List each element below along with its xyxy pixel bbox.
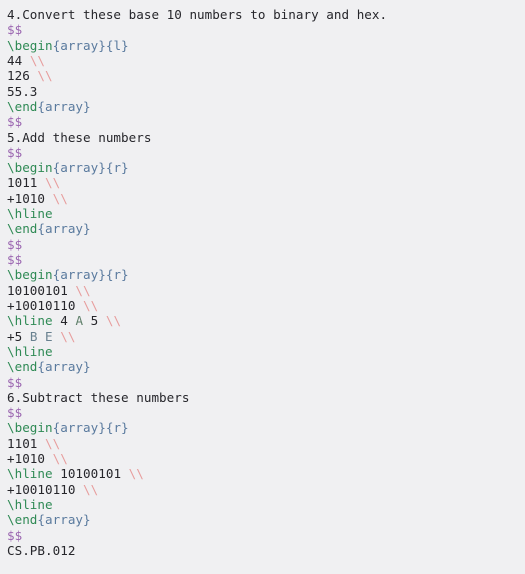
source-token: {array}{r} bbox=[52, 420, 129, 436]
source-line[interactable]: 1101 \\ bbox=[7, 436, 525, 451]
source-line[interactable]: $$ bbox=[7, 22, 525, 37]
source-token: \\ bbox=[60, 328, 76, 344]
source-token: \\ bbox=[52, 190, 68, 206]
source-token: \end bbox=[7, 98, 38, 114]
source-token: 44 bbox=[7, 52, 30, 68]
source-token: B E bbox=[29, 328, 53, 344]
source-token: {array} bbox=[37, 512, 91, 528]
source-line[interactable]: \hline 10100101 \\ bbox=[7, 466, 525, 481]
source-token: \end bbox=[7, 512, 38, 528]
source-line[interactable]: \end{array} bbox=[7, 99, 525, 114]
source-line[interactable]: 10100101 \\ bbox=[7, 283, 525, 298]
source-token: \end bbox=[7, 359, 38, 375]
source-line[interactable]: $$ bbox=[7, 528, 525, 543]
source-token: +1010 bbox=[7, 451, 53, 467]
source-token: +5 bbox=[7, 328, 30, 344]
source-token: 6.Subtract these numbers bbox=[7, 389, 190, 405]
source-line[interactable]: \hline bbox=[7, 206, 525, 221]
source-token: 5 bbox=[83, 313, 106, 329]
source-token: $$ bbox=[7, 405, 23, 421]
source-line[interactable]: \begin{array}{l} bbox=[7, 38, 525, 53]
source-line[interactable]: $$ bbox=[7, 237, 525, 252]
source-token: $$ bbox=[7, 527, 23, 543]
source-line[interactable]: CS.PB.012 bbox=[7, 543, 525, 558]
source-line[interactable]: 44 \\ bbox=[7, 53, 525, 68]
source-token: 55.3 bbox=[7, 83, 38, 99]
source-token: \\ bbox=[52, 451, 68, 467]
source-token: {array}{r} bbox=[52, 160, 129, 176]
source-token: \hline bbox=[7, 466, 53, 482]
source-token: \hline bbox=[7, 497, 53, 512]
source-token: 4 bbox=[52, 313, 76, 329]
source-line[interactable]: \hline 4 A 5 \\ bbox=[7, 313, 525, 328]
source-line[interactable]: 4.Convert these base 10 numbers to binar… bbox=[7, 7, 525, 22]
source-token: 10100101 bbox=[7, 282, 76, 298]
source-token: $$ bbox=[7, 252, 23, 267]
source-token: \\ bbox=[83, 297, 99, 313]
source-token: $$ bbox=[7, 374, 23, 390]
source-token: \\ bbox=[45, 435, 61, 451]
source-line[interactable]: \begin{array}{r} bbox=[7, 420, 525, 435]
source-line[interactable]: $$ bbox=[7, 375, 525, 390]
source-token: $$ bbox=[7, 22, 23, 38]
source-line[interactable]: 1011 \\ bbox=[7, 175, 525, 190]
source-token: +10010110 bbox=[7, 481, 84, 497]
source-line[interactable]: \begin{array}{r} bbox=[7, 160, 525, 175]
source-token: \hline bbox=[7, 343, 53, 359]
source-token: $$ bbox=[7, 144, 23, 160]
source-token: $$ bbox=[7, 114, 23, 130]
source-token: \\ bbox=[45, 175, 61, 191]
source-token: \begin bbox=[7, 267, 53, 283]
source-token: \begin bbox=[7, 420, 53, 436]
source-token: 10100101 bbox=[52, 466, 129, 482]
source-token: \\ bbox=[75, 282, 91, 298]
source-line[interactable]: $$ bbox=[7, 252, 525, 267]
source-token: $$ bbox=[7, 236, 23, 252]
source-line[interactable]: \hline bbox=[7, 344, 525, 359]
source-line[interactable]: +1010 \\ bbox=[7, 191, 525, 206]
source-token: CS.PB.012 bbox=[7, 542, 76, 558]
source-token: \\ bbox=[29, 52, 46, 68]
source-token: 4.Convert these base 10 numbers to binar… bbox=[7, 7, 388, 22]
source-token: \end bbox=[7, 221, 38, 237]
source-token: {array} bbox=[37, 359, 91, 375]
source-token: +1010 bbox=[7, 190, 53, 206]
source-line[interactable]: \begin{array}{r} bbox=[7, 267, 525, 282]
source-line[interactable]: $$ bbox=[7, 405, 525, 420]
source-token: {array} bbox=[37, 221, 91, 237]
source-line[interactable]: \end{array} bbox=[7, 221, 525, 236]
source-token: \begin bbox=[7, 37, 53, 53]
source-line[interactable]: \end{array} bbox=[7, 359, 525, 374]
source-token: 1011 bbox=[7, 175, 46, 191]
source-line[interactable]: $$ bbox=[7, 114, 525, 129]
source-line[interactable]: 6.Subtract these numbers bbox=[7, 390, 525, 405]
source-token: {array} bbox=[37, 98, 91, 114]
source-token: \\ bbox=[128, 466, 144, 482]
source-line[interactable]: 55.3 bbox=[7, 84, 525, 99]
source-line[interactable]: +5 B E \\ bbox=[7, 329, 525, 344]
source-token: \hline bbox=[7, 206, 53, 222]
source-token: \hline bbox=[7, 313, 53, 329]
source-token: 5.Add these numbers bbox=[7, 129, 152, 145]
source-token: \\ bbox=[37, 68, 53, 84]
source-line[interactable]: +10010110 \\ bbox=[7, 482, 525, 497]
source-token: A bbox=[75, 313, 84, 329]
source-line[interactable]: 5.Add these numbers bbox=[7, 130, 525, 145]
source-token: \\ bbox=[83, 481, 99, 497]
source-line[interactable]: \hline bbox=[7, 497, 525, 512]
source-line[interactable]: $$ bbox=[7, 145, 525, 160]
source-token: {array}{r} bbox=[52, 267, 129, 283]
source-token: +10010110 bbox=[7, 297, 84, 313]
source-token: {array}{l} bbox=[52, 37, 129, 53]
source-token: \begin bbox=[7, 160, 53, 176]
source-token: 1101 bbox=[7, 435, 46, 451]
source-token: \\ bbox=[105, 313, 122, 329]
source-line[interactable]: +10010110 \\ bbox=[7, 298, 525, 313]
source-line[interactable]: +1010 \\ bbox=[7, 451, 525, 466]
source-token: 126 bbox=[7, 68, 38, 84]
latex-source-editor[interactable]: 4.Convert these base 10 numbers to binar… bbox=[0, 0, 525, 574]
source-line[interactable]: 126 \\ bbox=[7, 68, 525, 83]
source-line[interactable]: \end{array} bbox=[7, 512, 525, 527]
